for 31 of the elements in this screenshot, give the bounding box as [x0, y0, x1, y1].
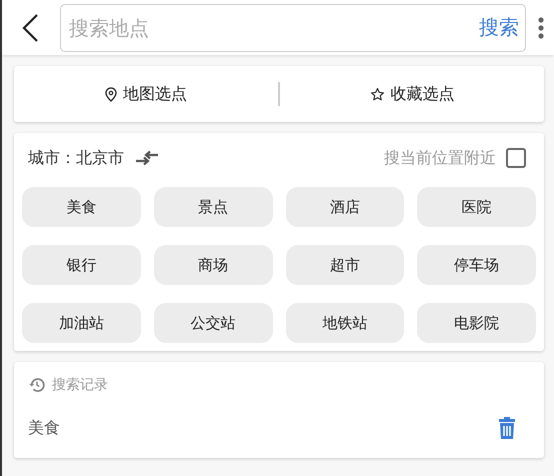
trash-icon	[498, 416, 516, 440]
delete-button[interactable]	[498, 416, 516, 440]
category-chip[interactable]: 超市	[286, 245, 404, 285]
map-pick-button[interactable]: 地图选点	[14, 66, 278, 122]
swap-arrows-icon	[134, 149, 160, 167]
location-pin-icon	[105, 86, 117, 102]
menu-icon	[538, 16, 544, 40]
history-title: 搜索记录	[52, 376, 108, 394]
favorite-pick-button[interactable]: 收藏选点	[280, 66, 544, 122]
category-chip[interactable]: 公交站	[154, 303, 272, 343]
category-chip[interactable]: 商场	[154, 245, 272, 285]
back-icon	[20, 12, 40, 42]
city-label: 城市：北京市	[28, 148, 124, 168]
category-chip[interactable]: 医院	[417, 187, 536, 227]
search-field[interactable]: 搜索地点 搜索	[60, 4, 526, 52]
category-chip[interactable]: 加油站	[22, 303, 141, 343]
category-chip[interactable]: 美食	[22, 187, 141, 227]
nearby-checkbox[interactable]	[506, 148, 526, 168]
category-chip[interactable]: 停车场	[417, 245, 536, 285]
category-chip[interactable]: 景点	[154, 187, 272, 227]
category-chip[interactable]: 电影院	[417, 303, 536, 343]
category-chip[interactable]: 银行	[22, 245, 141, 285]
switch-city-button[interactable]	[134, 149, 160, 167]
history-item[interactable]: 美食	[28, 418, 498, 438]
category-chip[interactable]: 地铁站	[286, 303, 404, 343]
nearby-label: 搜当前位置附近	[384, 148, 496, 168]
star-icon	[370, 86, 384, 102]
search-button[interactable]: 搜索	[479, 14, 519, 41]
back-button[interactable]	[20, 12, 40, 42]
category-chip[interactable]: 酒店	[286, 187, 404, 227]
history-icon	[28, 376, 46, 394]
